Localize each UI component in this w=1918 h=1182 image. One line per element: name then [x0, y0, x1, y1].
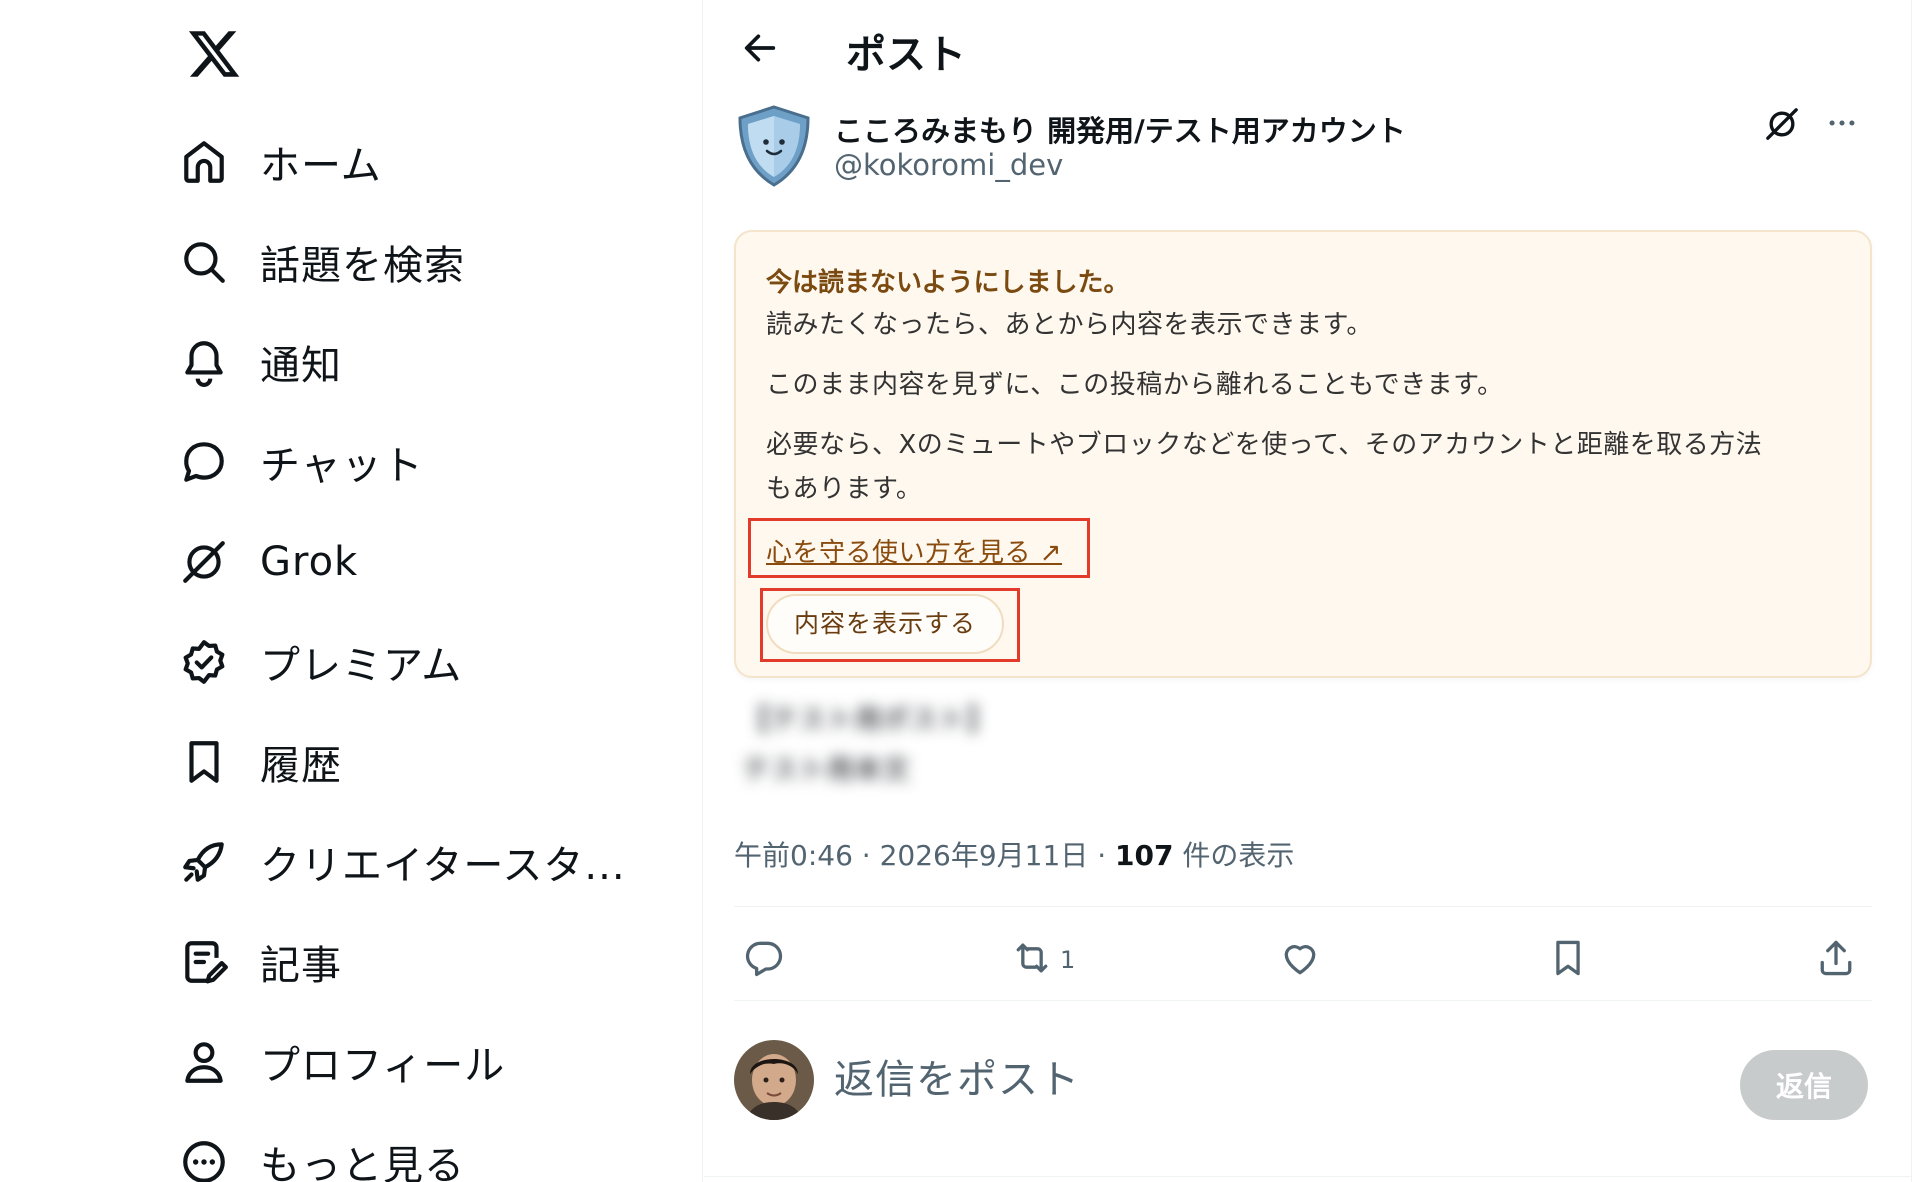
views-label: 件の表示	[1182, 839, 1295, 872]
post-detail-column: ポスト こころみまもり 開発用/テスト用アカウント @kokoromi_dev	[704, 0, 1912, 1182]
notice-line-1: 読みたくなったら、あとから内容を表示できます。	[766, 310, 1373, 340]
notice-line-3b: もあります。	[766, 474, 923, 504]
notice-title: 今は読まないようにしました。	[766, 268, 1130, 298]
more-horizontal-icon	[1825, 106, 1859, 147]
post-author: こころみまもり 開発用/テスト用アカウント @kokoromi_dev	[734, 104, 1884, 194]
rocket-icon	[178, 836, 230, 888]
bookmark-icon	[1546, 936, 1590, 984]
nav-profile-label: プロフィール	[260, 1043, 506, 1089]
user-avatar[interactable]	[734, 1040, 814, 1120]
home-icon	[178, 136, 230, 188]
sidebar: ホーム 話題を検索 通知 チャット Grok プレミアム 履歴 クリエイタースタ…	[0, 0, 703, 1182]
share-action-button[interactable]	[1814, 920, 1858, 1000]
grok-icon	[178, 536, 230, 588]
nav-explore[interactable]: 話題を検索	[178, 222, 465, 302]
x-logo-icon[interactable]	[186, 26, 246, 82]
divider	[734, 1000, 1872, 1001]
bookmark-action-button[interactable]	[1546, 920, 1590, 1000]
nav-chat-label: チャット	[260, 443, 424, 489]
nav-premium[interactable]: プレミアム	[178, 622, 462, 702]
share-icon	[1814, 936, 1858, 984]
nav-explore-label: 話題を検索	[260, 243, 465, 289]
nav-notifications[interactable]: 通知	[178, 322, 342, 402]
meta-separator: ·	[1097, 839, 1107, 872]
author-name[interactable]: こころみまもり 開発用/テスト用アカウント	[834, 108, 1406, 150]
nav-home-label: ホーム	[260, 143, 382, 189]
post-more-button[interactable]	[1820, 104, 1864, 148]
views-count: 107	[1115, 839, 1174, 872]
nav-grok[interactable]: Grok	[178, 522, 358, 602]
chat-bubble-icon	[178, 436, 230, 488]
nav-more[interactable]: もっと見る	[178, 1122, 465, 1182]
nav-premium-label: プレミアム	[260, 643, 463, 689]
person-icon	[178, 1036, 230, 1088]
nav-creator-studio-label: クリエイタースタ...	[260, 843, 626, 889]
nav-history[interactable]: 履歴	[178, 722, 342, 802]
nav-notifications-label: 通知	[260, 343, 342, 389]
notice-line-2: このまま内容を見ずに、この投稿から離れることもできます。	[766, 370, 1504, 400]
heart-icon	[1278, 936, 1322, 984]
nav-history-label: 履歴	[260, 743, 342, 789]
show-content-button[interactable]: 内容を表示する	[766, 594, 1005, 654]
nav-grok-label: Grok	[260, 539, 359, 585]
verified-badge-icon	[178, 636, 230, 688]
nav-articles-label: 記事	[260, 943, 342, 989]
article-icon	[178, 936, 230, 988]
bookmark-icon	[178, 736, 230, 788]
reply-composer: 返信	[734, 1036, 1872, 1126]
author-handle[interactable]: @kokoromi_dev	[834, 148, 1063, 182]
reply-submit-button[interactable]: 返信	[1740, 1050, 1868, 1120]
notice-line-3a: 必要なら、Xのミュートやブロックなどを使って、そのアカウントと距離を取る方法	[766, 430, 1763, 460]
post-header: ポスト	[704, 0, 1911, 100]
content-hidden-notice: 今は読まないようにしました。 読みたくなったら、あとから内容を表示できます。 こ…	[734, 230, 1872, 678]
grok-explain-button[interactable]	[1760, 104, 1804, 148]
divider	[704, 1176, 1911, 1177]
search-icon	[178, 236, 230, 288]
nav-creator-studio[interactable]: クリエイタースタ...	[178, 822, 626, 902]
post-actions: 1	[734, 920, 1872, 1000]
repost-action-button[interactable]: 1	[1010, 920, 1075, 1000]
post-meta: 午前0:46 · 2026年9月11日 · 107 件の表示	[734, 834, 1294, 874]
repost-icon	[1010, 936, 1054, 984]
shield-mascot-avatar[interactable]	[734, 104, 814, 188]
post-time[interactable]: 午前0:46	[734, 839, 853, 872]
bell-icon	[178, 336, 230, 388]
blurred-post-text-2: テスト用本文	[742, 753, 911, 786]
arrow-left-icon	[740, 28, 780, 72]
back-button[interactable]	[732, 24, 788, 76]
nav-more-label: もっと見る	[260, 1143, 465, 1182]
like-action-button[interactable]	[1278, 920, 1322, 1000]
page-title: ポスト	[846, 32, 966, 78]
nav-chat[interactable]: チャット	[178, 422, 424, 502]
blurred-post-text-1: 【テスト用ポスト】	[742, 703, 995, 736]
post-date[interactable]: 2026年9月11日	[880, 839, 1089, 872]
reply-action-button[interactable]	[742, 920, 786, 1000]
nav-home[interactable]: ホーム	[178, 122, 382, 202]
nav-articles[interactable]: 記事	[178, 922, 342, 1002]
reply-icon	[742, 936, 786, 984]
safety-guide-link[interactable]: 心を守る使い方を見る ↗	[766, 532, 1062, 569]
repost-count: 1	[1060, 946, 1076, 974]
divider	[734, 906, 1872, 907]
nav-profile[interactable]: プロフィール	[178, 1022, 505, 1102]
more-circle-icon	[178, 1136, 230, 1182]
meta-separator: ·	[861, 839, 871, 872]
grok-icon	[1762, 104, 1802, 148]
reply-input[interactable]	[834, 1050, 1614, 1110]
